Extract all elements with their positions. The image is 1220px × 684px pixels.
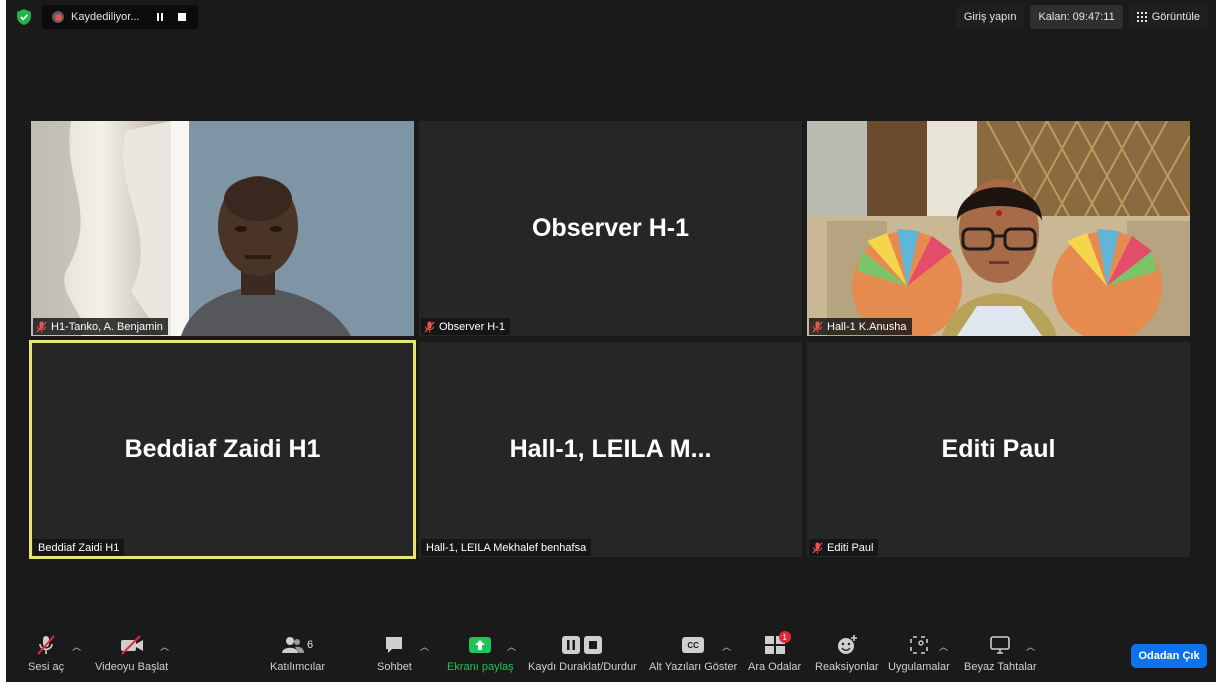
participant-name-tag: Editi Paul bbox=[809, 539, 879, 556]
share-options-chevron-icon[interactable]: ︿ bbox=[507, 640, 516, 653]
view-label: Görüntüle bbox=[1151, 11, 1200, 23]
recording-icon bbox=[52, 11, 64, 23]
muted-mic-icon bbox=[812, 542, 823, 553]
breakout-rooms-button[interactable]: 1 Ara Odalar bbox=[748, 631, 802, 673]
video-tile[interactable]: Hall-1, LEILA M... Hall-1, LEILA Mekhale… bbox=[419, 342, 802, 557]
reactions-button[interactable]: Reaksiyonlar bbox=[815, 634, 879, 673]
whiteboard-icon bbox=[990, 636, 1011, 654]
recording-indicator: Kaydediliyor... bbox=[42, 5, 198, 29]
captions-options-chevron-icon[interactable]: ︿ bbox=[722, 640, 731, 653]
participant-display-name: Hall-1, LEILA M... bbox=[509, 435, 712, 463]
view-button[interactable]: Görüntüle bbox=[1128, 5, 1208, 29]
participant-name: Hall-1, LEILA Mekhalef benhafsa bbox=[426, 541, 587, 554]
pause-icon bbox=[562, 636, 581, 654]
participants-label: Katılımcılar bbox=[270, 661, 326, 673]
participants-count: 6 bbox=[306, 639, 314, 651]
muted-mic-icon bbox=[812, 321, 823, 332]
unmute-label: Sesi aç bbox=[28, 661, 65, 673]
start-video-label: Videoyu Başlat bbox=[95, 661, 169, 673]
muted-mic-icon bbox=[424, 321, 435, 332]
participant-name-tag: Observer H-1 bbox=[421, 318, 511, 335]
participant-name-tag: Beddiaf Zaidi H1 bbox=[33, 539, 125, 556]
stop-recording-button[interactable] bbox=[178, 13, 186, 21]
participant-name: Observer H-1 bbox=[439, 320, 506, 333]
muted-mic-icon bbox=[37, 635, 55, 655]
share-screen-label: Ekranı paylaş bbox=[447, 661, 514, 673]
participant-display-name: Beddiaf Zaidi H1 bbox=[124, 435, 321, 463]
share-screen-icon bbox=[469, 637, 492, 653]
record-label: Kaydı Duraklat/Durdur bbox=[528, 661, 637, 673]
participant-name-tag: H1-Tanko, A. Benjamin bbox=[33, 318, 168, 335]
video-options-chevron-icon[interactable]: ︿ bbox=[160, 640, 169, 653]
unmute-button[interactable]: Sesi aç bbox=[28, 634, 64, 673]
apps-options-chevron-icon[interactable]: ︿ bbox=[939, 640, 948, 653]
grid-view-icon bbox=[1136, 12, 1147, 22]
participants-icon bbox=[281, 637, 304, 653]
video-tile[interactable]: H1-Tanko, A. Benjamin bbox=[31, 121, 414, 336]
video-tile[interactable]: Hall-1 K.Anusha bbox=[807, 121, 1190, 336]
whiteboards-options-chevron-icon[interactable]: ︿ bbox=[1026, 640, 1035, 653]
meeting-toolbar: Sesi aç ︿ Videoyu Başlat ︿ 6 Katılımcıla… bbox=[6, 630, 1216, 682]
audio-options-chevron-icon[interactable]: ︿ bbox=[72, 640, 81, 653]
chat-label: Sohbet bbox=[377, 661, 412, 673]
start-video-button[interactable]: Videoyu Başlat bbox=[95, 634, 168, 673]
participant-display-name: Editi Paul bbox=[941, 435, 1056, 463]
cc-text: CC bbox=[687, 640, 699, 650]
smiley-plus-icon bbox=[837, 635, 857, 654]
participant-video bbox=[807, 121, 1190, 336]
chat-icon bbox=[386, 637, 403, 653]
participant-display-name: Observer H-1 bbox=[531, 214, 690, 242]
video-tile[interactable]: Editi Paul Editi Paul bbox=[807, 342, 1190, 557]
breakout-rooms-label: Ara Odalar bbox=[748, 661, 802, 673]
apps-icon bbox=[910, 636, 928, 654]
participants-button[interactable]: 6 Katılımcılar bbox=[270, 634, 325, 673]
participant-name: H1-Tanko, A. Benjamin bbox=[51, 320, 163, 333]
chat-button[interactable]: Sohbet bbox=[377, 634, 412, 673]
pause-stop-recording-button[interactable]: Kaydı Duraklat/Durdur bbox=[528, 634, 637, 673]
pause-recording-button[interactable] bbox=[157, 13, 163, 21]
whiteboards-label: Beyaz Tahtalar bbox=[964, 661, 1037, 673]
video-off-icon bbox=[120, 635, 143, 655]
sign-in-button[interactable]: Giriş yapın bbox=[955, 5, 1025, 29]
share-screen-button[interactable]: Ekranı paylaş bbox=[447, 634, 514, 673]
stop-icon bbox=[584, 636, 603, 654]
captions-label: Alt Yazıları Göster bbox=[649, 661, 738, 673]
breakout-badge: 1 bbox=[778, 631, 791, 643]
participant-name-tag: Hall-1 K.Anusha bbox=[809, 318, 912, 335]
active-speaker-tile[interactable]: Beddiaf Zaidi H1 Beddiaf Zaidi H1 bbox=[29, 340, 416, 559]
muted-mic-icon bbox=[36, 321, 47, 332]
participant-name-tag: Hall-1, LEILA Mekhalef benhafsa bbox=[421, 539, 592, 556]
chat-options-chevron-icon[interactable]: ︿ bbox=[420, 640, 429, 653]
shield-icon[interactable] bbox=[17, 9, 31, 25]
apps-label: Uygulamalar bbox=[888, 661, 950, 673]
leave-meeting-button[interactable]: Odadan Çık bbox=[1131, 644, 1207, 668]
recording-label: Kaydediliyor... bbox=[71, 11, 140, 23]
participant-name: Beddiaf Zaidi H1 bbox=[38, 541, 120, 554]
participant-name: Hall-1 K.Anusha bbox=[827, 320, 907, 333]
reactions-label: Reaksiyonlar bbox=[815, 661, 879, 673]
time-remaining: Kalan: 09:47:11 bbox=[1030, 5, 1123, 29]
meeting-window: Kaydediliyor... Giriş yapın Kalan: 09:47… bbox=[6, 0, 1216, 682]
participant-video bbox=[31, 121, 414, 336]
video-tile[interactable]: Observer H-1 Observer H-1 bbox=[419, 121, 802, 336]
participant-name: Editi Paul bbox=[827, 541, 874, 554]
